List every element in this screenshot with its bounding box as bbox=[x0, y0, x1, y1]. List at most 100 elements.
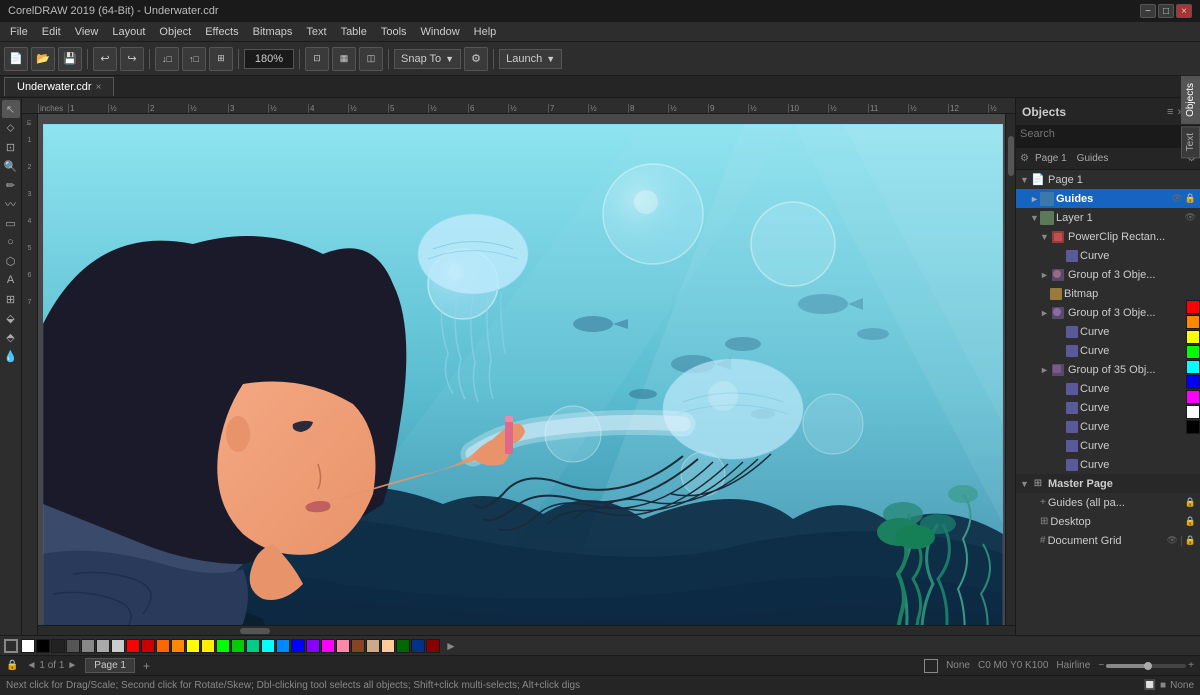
menu-text[interactable]: Text bbox=[300, 24, 332, 40]
color-cyan[interactable] bbox=[1186, 360, 1200, 374]
node-tool[interactable]: ⬦ bbox=[2, 119, 20, 137]
menu-edit[interactable]: Edit bbox=[36, 24, 67, 40]
tree-powerclip[interactable]: ▼ PowerClip Rectan... bbox=[1016, 227, 1200, 246]
color-orange[interactable] bbox=[1186, 315, 1200, 329]
pal-brown[interactable] bbox=[351, 639, 365, 653]
menu-view[interactable]: View bbox=[69, 24, 105, 40]
menu-object[interactable]: Object bbox=[153, 24, 197, 40]
redo-button[interactable]: ↪ bbox=[120, 47, 144, 71]
color-green[interactable] bbox=[1186, 345, 1200, 359]
pal-pink[interactable] bbox=[336, 639, 350, 653]
pal-orange2[interactable] bbox=[171, 639, 185, 653]
powerclip-arrow[interactable]: ▼ bbox=[1040, 232, 1050, 242]
tree-guides[interactable]: ► Guides 👁 🔒 bbox=[1016, 189, 1200, 208]
save-button[interactable]: 💾 bbox=[58, 47, 82, 71]
pal-gray2[interactable] bbox=[66, 639, 80, 653]
h-scrollbar[interactable] bbox=[38, 625, 1015, 635]
dropper-tool[interactable]: 💧 bbox=[2, 347, 20, 365]
publish-button[interactable]: ⊞ bbox=[209, 47, 233, 71]
color-blue[interactable] bbox=[1186, 375, 1200, 389]
tree-group1[interactable]: ► Group of 3 Obje... bbox=[1016, 265, 1200, 284]
zoom-slider-thumb[interactable] bbox=[1144, 662, 1152, 670]
doc-lock-icon[interactable]: 🔒 bbox=[6, 660, 18, 671]
color-magenta[interactable] bbox=[1186, 390, 1200, 404]
objects-settings-icon[interactable]: ⚙ bbox=[1020, 153, 1029, 164]
tree-desktop[interactable]: ⊞ Desktop 🔒 bbox=[1016, 512, 1200, 531]
desktop-lock[interactable]: 🔒 bbox=[1185, 516, 1196, 527]
freehand-tool[interactable]: ✏ bbox=[2, 176, 20, 194]
snap-indicator[interactable]: 🔲 bbox=[1144, 680, 1156, 691]
pal-gray3[interactable] bbox=[81, 639, 95, 653]
guides-arrow[interactable]: ► bbox=[1030, 194, 1040, 204]
pal-dark-red[interactable] bbox=[426, 639, 440, 653]
tree-curve2[interactable]: Curve bbox=[1016, 322, 1200, 341]
snap-to-dropdown[interactable]: Snap To ▼ bbox=[394, 49, 461, 69]
maximize-button[interactable]: □ bbox=[1158, 4, 1174, 18]
smartdraw-tool[interactable]: 〰 bbox=[2, 195, 20, 213]
guides-vis[interactable]: 👁 bbox=[1171, 193, 1182, 204]
guides-all-lock[interactable]: 🔒 bbox=[1185, 497, 1196, 508]
tab-underwater[interactable]: Underwater.cdr × bbox=[4, 77, 114, 96]
pal-blue[interactable] bbox=[276, 639, 290, 653]
pal-red[interactable] bbox=[126, 639, 140, 653]
zoom-tool[interactable]: 🔍 bbox=[2, 157, 20, 175]
layer1-arrow[interactable]: ▼ bbox=[1030, 213, 1040, 223]
guides-lock[interactable]: 🔒 bbox=[1185, 193, 1196, 204]
tree-curve5[interactable]: Curve bbox=[1016, 398, 1200, 417]
zoom-fit-button[interactable]: ⊡ bbox=[305, 47, 329, 71]
view-button[interactable]: ▦ bbox=[332, 47, 356, 71]
tree-masterpage[interactable]: ▼ ⊞ Master Page bbox=[1016, 474, 1200, 493]
tree-docgrid[interactable]: # Document Grid 👁 | 🔒 bbox=[1016, 531, 1200, 550]
polygon-tool[interactable]: ⬡ bbox=[2, 252, 20, 270]
color-yellow[interactable] bbox=[1186, 330, 1200, 344]
pal-tan[interactable] bbox=[366, 639, 380, 653]
tree-curve8[interactable]: Curve bbox=[1016, 455, 1200, 474]
zoom-minus[interactable]: − bbox=[1098, 660, 1104, 671]
import-button[interactable]: ↓□ bbox=[155, 47, 179, 71]
close-tab-icon[interactable]: × bbox=[96, 82, 102, 93]
pal-teal[interactable] bbox=[246, 639, 260, 653]
snap-settings-button[interactable]: ⚙ bbox=[464, 47, 488, 71]
fill-no-fill-icon[interactable] bbox=[924, 659, 938, 673]
fill-tool[interactable]: ⬙ bbox=[2, 309, 20, 327]
menu-help[interactable]: Help bbox=[468, 24, 503, 40]
palette-scroll-right[interactable]: ► bbox=[445, 639, 457, 653]
layer1-vis[interactable]: 👁 bbox=[1185, 212, 1196, 223]
page-name-tab[interactable]: Page 1 bbox=[85, 658, 135, 673]
grid-vis[interactable]: 👁 bbox=[1166, 535, 1177, 547]
menu-file[interactable]: File bbox=[4, 24, 34, 40]
color-tool[interactable]: ⬘ bbox=[2, 328, 20, 346]
tree-curve4[interactable]: Curve bbox=[1016, 379, 1200, 398]
pal-orange[interactable] bbox=[156, 639, 170, 653]
tree-page1[interactable]: ▼ 📄 Page 1 bbox=[1016, 170, 1200, 189]
objects-tab-page[interactable]: Page 1 bbox=[1031, 151, 1071, 166]
zoom-slider[interactable] bbox=[1106, 664, 1186, 668]
new-button[interactable]: 📄 bbox=[4, 47, 28, 71]
tree-group35[interactable]: ► Group of 35 Obj... bbox=[1016, 360, 1200, 379]
close-button[interactable]: × bbox=[1176, 4, 1192, 18]
vtab-objects[interactable]: Objects bbox=[1181, 76, 1200, 124]
zoom-input[interactable]: 180% bbox=[244, 49, 294, 69]
text-tool[interactable]: A bbox=[2, 271, 20, 289]
view-button2[interactable]: ◫ bbox=[359, 47, 383, 71]
menu-tools[interactable]: Tools bbox=[375, 24, 413, 40]
menu-window[interactable]: Window bbox=[415, 24, 466, 40]
group1-arrow[interactable]: ► bbox=[1040, 270, 1050, 280]
crop-tool[interactable]: ⊡ bbox=[2, 138, 20, 156]
color-white[interactable] bbox=[1186, 405, 1200, 419]
objects-search-input[interactable] bbox=[1020, 128, 1196, 140]
pal-magenta[interactable] bbox=[321, 639, 335, 653]
add-page-btn[interactable]: + bbox=[143, 659, 150, 673]
group2-arrow[interactable]: ► bbox=[1040, 308, 1050, 318]
tree-curve3[interactable]: Curve bbox=[1016, 341, 1200, 360]
tree-layer1[interactable]: ▼ Layer 1 👁 bbox=[1016, 208, 1200, 227]
pal-white[interactable] bbox=[21, 639, 35, 653]
tree-curve6[interactable]: Curve bbox=[1016, 417, 1200, 436]
pal-dark-blue[interactable] bbox=[411, 639, 425, 653]
export-button[interactable]: ↑□ bbox=[182, 47, 206, 71]
no-fill-swatch[interactable] bbox=[4, 639, 18, 653]
menu-effects[interactable]: Effects bbox=[199, 24, 244, 40]
menu-bitmaps[interactable]: Bitmaps bbox=[247, 24, 299, 40]
color-black[interactable] bbox=[1186, 420, 1200, 434]
select-tool[interactable]: ↖ bbox=[2, 100, 20, 118]
